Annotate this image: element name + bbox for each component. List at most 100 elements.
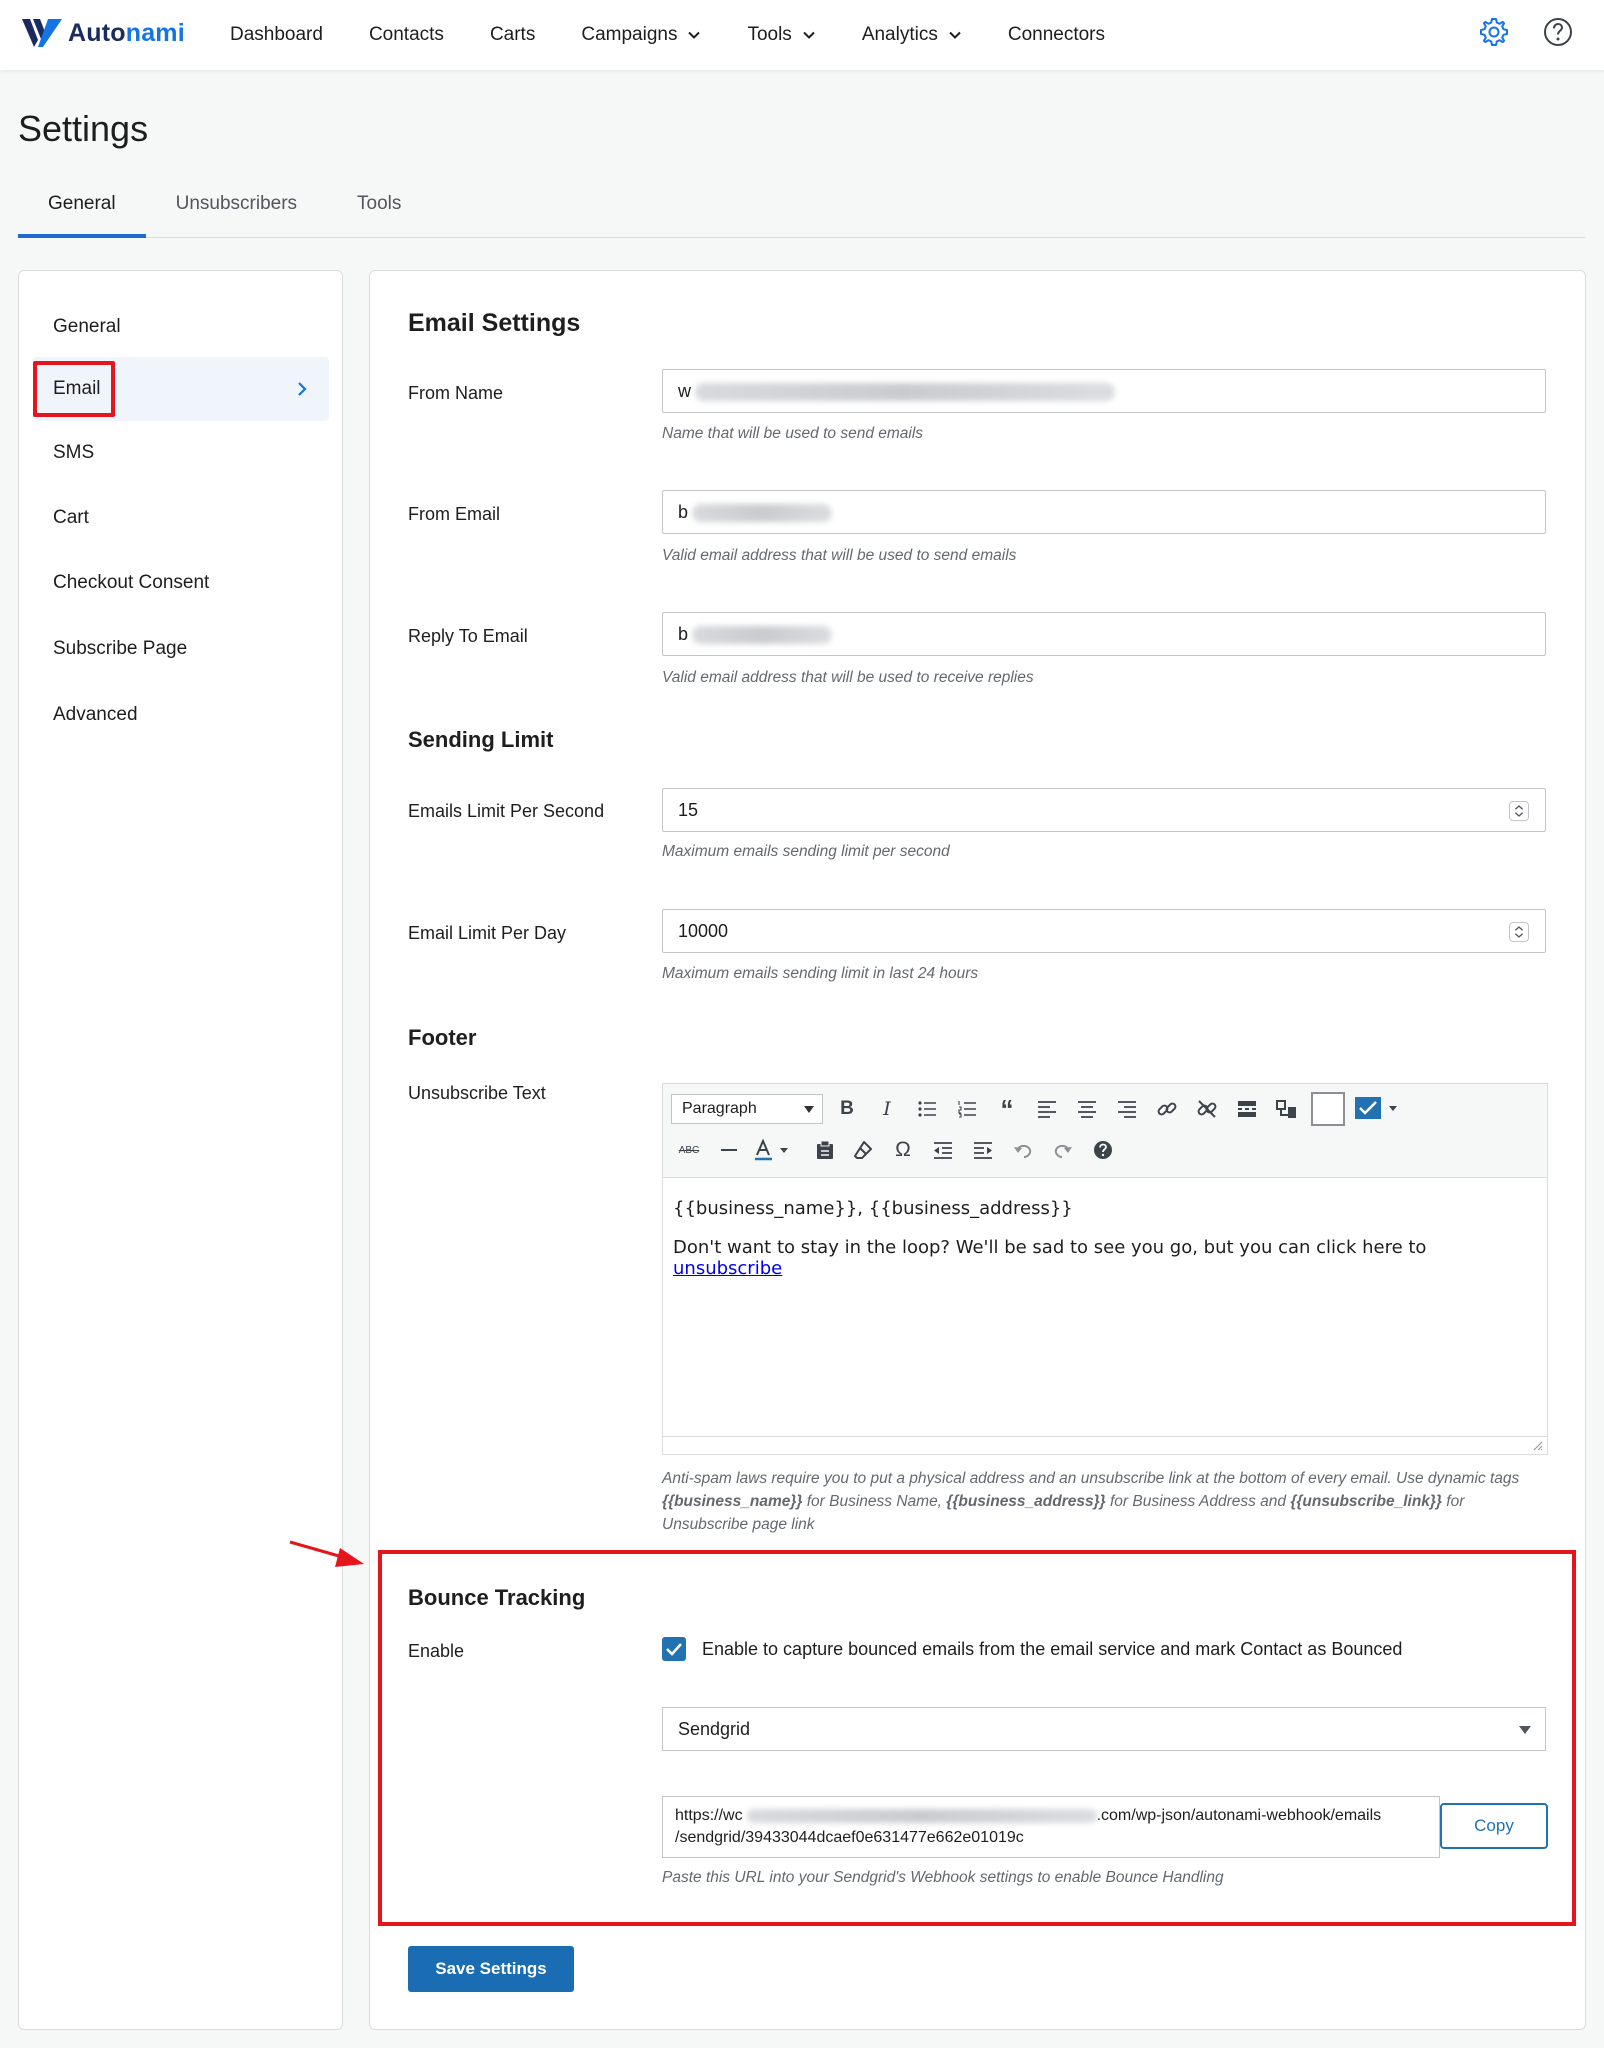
bold-icon[interactable]: B — [833, 1095, 861, 1123]
nav-label: Tools — [747, 24, 792, 45]
align-center-icon[interactable] — [1073, 1095, 1101, 1123]
undo-icon[interactable] — [1009, 1136, 1037, 1164]
number-stepper-icon[interactable] — [1509, 922, 1529, 942]
nav-connectors[interactable]: Connectors — [1008, 24, 1105, 46]
align-right-icon[interactable] — [1113, 1095, 1141, 1123]
redo-icon[interactable] — [1049, 1136, 1077, 1164]
per-second-label: Emails Limit Per Second — [408, 801, 605, 821]
per-day-input[interactable]: 10000 — [662, 909, 1546, 953]
redacted-text — [692, 504, 833, 523]
tab-unsubscribers[interactable]: Unsubscribers — [146, 178, 327, 238]
blockquote-icon[interactable]: “ — [993, 1094, 1021, 1124]
chevron-down-icon — [949, 31, 961, 39]
settings-gear-icon[interactable] — [1478, 16, 1510, 48]
editor-line-unsubscribe: Don't want to stay in the loop? We'll be… — [673, 1237, 1537, 1279]
nav-tools[interactable]: Tools — [747, 24, 815, 46]
italic-icon[interactable]: I — [873, 1095, 901, 1123]
reply-to-help: Valid email address that will be used to… — [662, 669, 1034, 686]
input-value: w — [678, 381, 691, 401]
unsubscribe-text-editor: Paragraph B I “ ABC Ω {{business_name}},… — [662, 1083, 1548, 1455]
unsubscribe-help: Anti-spam laws require you to put a phys… — [662, 1467, 1542, 1536]
save-settings-button[interactable]: Save Settings — [408, 1946, 574, 1992]
nav-dashboard[interactable]: Dashboard — [230, 24, 323, 46]
clear-formatting-icon[interactable] — [849, 1136, 877, 1164]
per-day-help: Maximum emails sending limit in last 24 … — [662, 965, 979, 982]
input-value: 15 — [678, 800, 699, 820]
nav-label: Analytics — [861, 24, 938, 45]
strikethrough-icon[interactable]: ABC — [675, 1136, 703, 1164]
outdent-icon[interactable] — [929, 1136, 957, 1164]
per-second-input[interactable]: 15 — [662, 788, 1546, 832]
help-tag: {{business_name}} — [662, 1493, 803, 1510]
resize-handle-icon[interactable] — [1531, 1439, 1543, 1451]
bullet-list-icon[interactable] — [913, 1095, 941, 1123]
nav-label: Carts — [489, 24, 536, 45]
input-value: b — [678, 624, 689, 644]
help-icon[interactable] — [1542, 16, 1574, 48]
help-text: for Business Name, — [802, 1493, 947, 1510]
bounce-tracking-highlight-box — [378, 1550, 1576, 1926]
sidebar-item-label: Cart — [53, 507, 89, 528]
keyboard-help-icon[interactable] — [1089, 1136, 1117, 1164]
nav-campaigns[interactable]: Campaigns — [581, 24, 701, 46]
sending-limit-heading: Sending Limit — [408, 727, 554, 752]
help-tag: {{unsubscribe_link}} — [1290, 1493, 1442, 1510]
sidebar-item-checkout-consent[interactable]: Checkout Consent — [33, 551, 329, 615]
unsubscribe-link[interactable]: unsubscribe — [673, 1258, 782, 1279]
top-actions — [1446, 16, 1574, 48]
email-settings-heading: Email Settings — [408, 309, 581, 337]
indent-icon[interactable] — [969, 1136, 997, 1164]
help-text: Anti-spam laws require you to put a phys… — [662, 1470, 1520, 1487]
footer-heading: Footer — [408, 1025, 477, 1050]
red-arrow-icon — [289, 1540, 364, 1567]
sidebar-item-label: Advanced — [53, 704, 138, 725]
from-email-input[interactable]: b — [662, 490, 1546, 534]
sidebar-item-label: Checkout Consent — [53, 572, 210, 593]
redacted-text — [692, 626, 833, 645]
editor-content-area[interactable]: {{business_name}}, {{business_address}} … — [663, 1178, 1547, 1438]
brand-name: Autonami — [68, 18, 185, 47]
nav-carts[interactable]: Carts — [490, 24, 535, 46]
unsubscribe-text-label: Unsubscribe Text — [408, 1083, 546, 1103]
nav-analytics[interactable]: Analytics — [862, 24, 962, 46]
tab-general[interactable]: General — [18, 178, 146, 238]
from-name-label: From Name — [408, 383, 504, 403]
sidebar-item-general[interactable]: General — [33, 295, 329, 359]
paragraph-format-select[interactable]: Paragraph — [671, 1094, 823, 1124]
numbered-list-icon[interactable] — [953, 1095, 981, 1123]
nav-label: Campaigns — [581, 24, 678, 45]
remove-link-icon[interactable] — [1193, 1095, 1221, 1123]
text-color-picker-icon[interactable] — [1353, 1094, 1401, 1122]
background-color-swatch[interactable] — [1311, 1092, 1345, 1126]
chevron-down-icon — [803, 31, 815, 39]
per-second-help: Maximum emails sending limit per second — [662, 843, 950, 860]
autonami-logo[interactable]: Autonami — [20, 16, 185, 50]
redacted-text — [695, 383, 1115, 402]
sidebar-item-sms[interactable]: SMS — [33, 421, 329, 485]
nav-contacts[interactable]: Contacts — [369, 24, 444, 46]
tab-tools[interactable]: Tools — [327, 178, 431, 238]
help-tag: {{business_address}} — [946, 1493, 1106, 1510]
input-value: b — [678, 502, 689, 522]
sidebar-item-advanced[interactable]: Advanced — [33, 683, 329, 747]
sidebar-item-label: SMS — [53, 442, 95, 463]
reply-to-input[interactable]: b — [662, 612, 1546, 656]
paste-text-icon[interactable] — [811, 1136, 839, 1164]
email-highlight-box — [33, 361, 115, 417]
read-more-icon[interactable] — [1233, 1095, 1261, 1123]
chevron-right-icon — [298, 382, 307, 396]
sidebar-item-subscribe-page[interactable]: Subscribe Page — [33, 617, 329, 681]
number-stepper-icon[interactable] — [1509, 801, 1529, 821]
sidebar-item-cart[interactable]: Cart — [33, 486, 329, 550]
editor-line-business: {{business_name}}, {{business_address}} — [673, 1198, 1073, 1219]
nav-label: Contacts — [368, 24, 444, 45]
toolbar-toggle-icon[interactable] — [1273, 1095, 1301, 1123]
special-character-icon[interactable]: Ω — [889, 1136, 917, 1164]
from-name-input[interactable]: w — [662, 369, 1546, 413]
align-left-icon[interactable] — [1033, 1095, 1061, 1123]
horizontal-line-icon[interactable] — [715, 1136, 743, 1164]
font-color-icon[interactable] — [751, 1136, 797, 1164]
settings-tabs: General Unsubscribers Tools — [18, 178, 1586, 238]
nav-label: Connectors — [1007, 24, 1106, 45]
insert-link-icon[interactable] — [1153, 1095, 1181, 1123]
